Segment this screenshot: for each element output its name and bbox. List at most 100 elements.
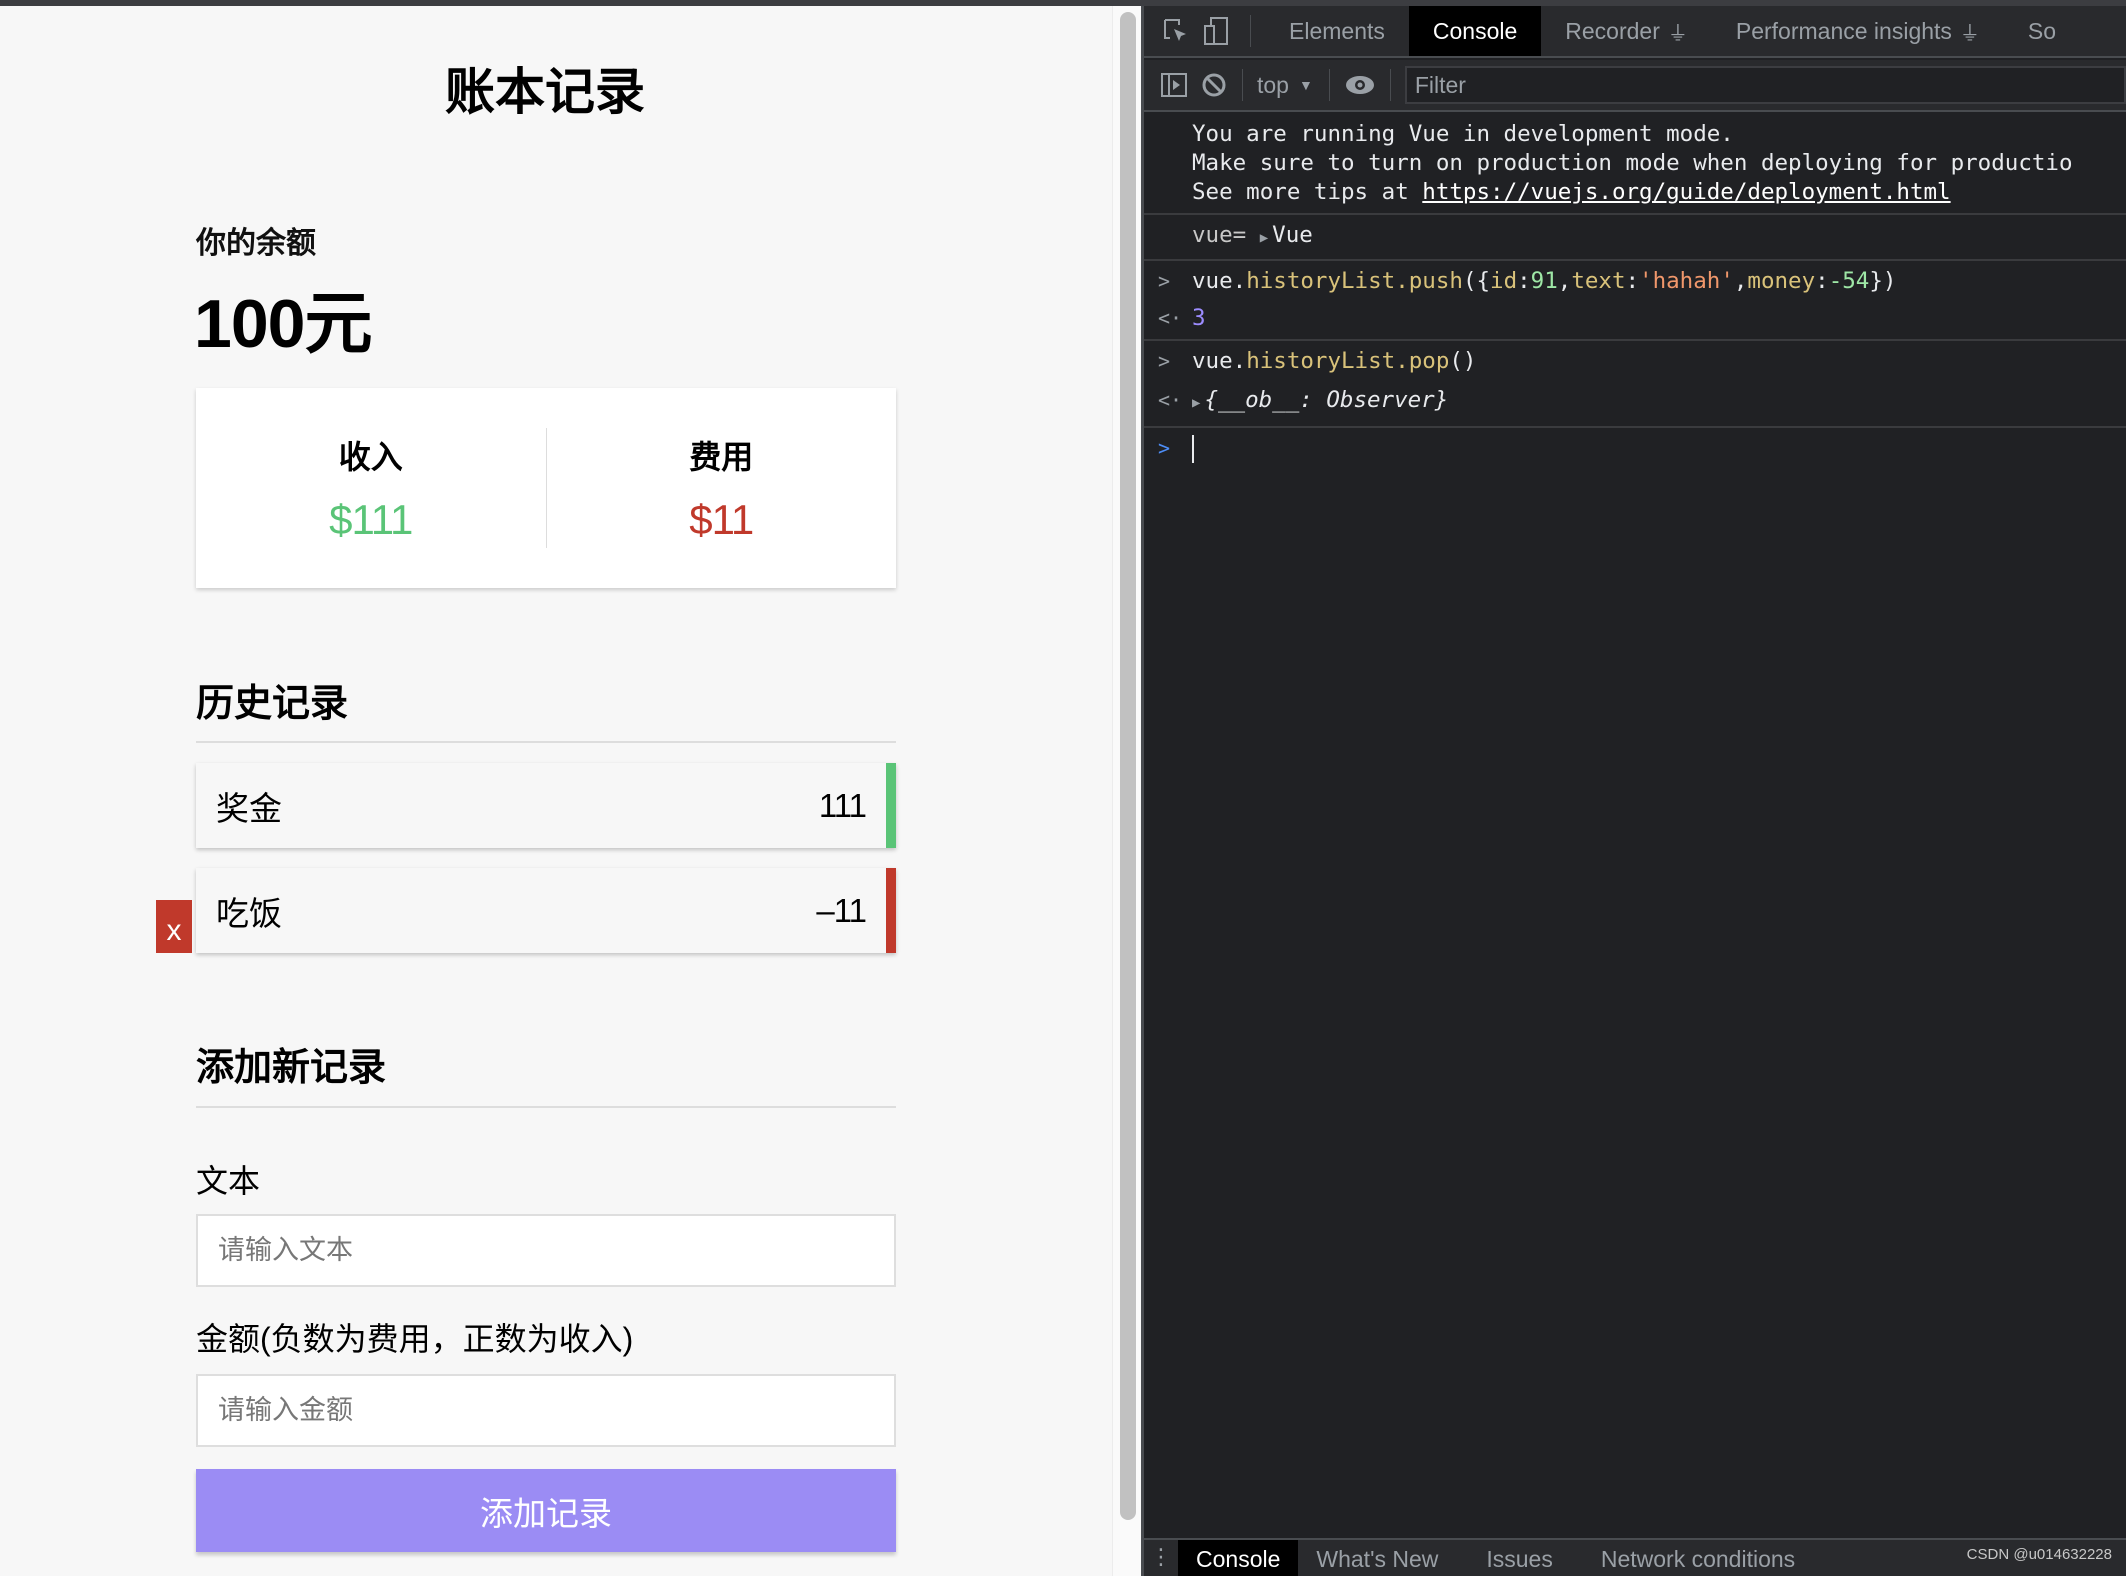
console-message-vue-log: vue= ▶ Vue bbox=[1144, 215, 2126, 261]
expense-column: 费用 $11 bbox=[547, 432, 897, 544]
code-token: historyList bbox=[1246, 348, 1396, 374]
income-amount: $111 bbox=[329, 496, 413, 543]
tab-performance-insights-label: Performance insights bbox=[1735, 17, 1952, 44]
tab-recorder[interactable]: Recorder ⏚ bbox=[1541, 6, 1712, 56]
code-token: }) bbox=[1869, 268, 1897, 294]
input-prompt-icon: > bbox=[1158, 349, 1171, 373]
history-item-text: 吃饭 bbox=[216, 894, 282, 932]
expand-triangle-icon[interactable]: ▶ bbox=[1192, 395, 1200, 411]
devtools-tab-bar: Elements Console Recorder ⏚ Performance i… bbox=[1144, 6, 2126, 58]
page-scrollbar-thumb[interactable] bbox=[1120, 12, 1136, 1520]
console-text: You are running Vue in development mode. bbox=[1192, 121, 1734, 147]
devtools-panel: Elements Console Recorder ⏚ Performance i… bbox=[1144, 6, 2126, 1576]
amount-input[interactable] bbox=[196, 1374, 896, 1447]
history-divider bbox=[196, 741, 896, 743]
balance-value: 100元 bbox=[194, 286, 372, 362]
watermark: CSDN @u014632228 bbox=[1966, 1546, 2112, 1563]
toolbar-separator bbox=[1250, 15, 1251, 47]
text-field-label: 文本 bbox=[196, 1163, 261, 1199]
toolbar-separator bbox=[1328, 69, 1330, 101]
console-text: vue= bbox=[1192, 222, 1260, 248]
add-record-button[interactable]: 添加记录 bbox=[196, 1469, 896, 1552]
filter-placeholder: Filter bbox=[1414, 71, 1466, 98]
console-toolbar: top ▼ Filter bbox=[1144, 60, 2126, 112]
drawer-tab-issues[interactable]: Issues bbox=[1456, 1540, 1570, 1576]
balance-label: 你的余额 bbox=[196, 227, 316, 260]
expand-triangle-icon[interactable]: ▶ bbox=[1260, 230, 1268, 246]
toolbar-separator bbox=[1242, 69, 1243, 101]
income-expense-card: 收入 $111 费用 $11 bbox=[196, 388, 896, 588]
code-token: money bbox=[1747, 268, 1816, 294]
code-token: historyList bbox=[1246, 268, 1396, 294]
clear-console-icon[interactable] bbox=[1194, 65, 1234, 105]
expense-indicator-bar bbox=[886, 868, 896, 953]
context-selector-value: top bbox=[1257, 71, 1289, 98]
text-input[interactable] bbox=[196, 1214, 896, 1287]
console-result-pop: <· ▶ {__ob__: Observer} bbox=[1144, 382, 2126, 428]
toolbar-separator bbox=[1389, 69, 1391, 101]
prompt-chevron-icon: > bbox=[1158, 436, 1171, 460]
add-record-title: 添加新记录 bbox=[196, 1047, 387, 1089]
code-token: () bbox=[1449, 348, 1477, 374]
tab-console[interactable]: Console bbox=[1408, 6, 1542, 56]
console-input-pop: > vue.historyList.pop() bbox=[1144, 341, 2126, 382]
code-token: .pop bbox=[1395, 348, 1450, 374]
experiment-flask-icon: ⏚ bbox=[1959, 22, 1980, 45]
income-label: 收入 bbox=[338, 439, 403, 475]
input-prompt-icon: > bbox=[1158, 269, 1171, 293]
result-arrow-icon: <· bbox=[1158, 388, 1183, 412]
tab-elements[interactable]: Elements bbox=[1265, 6, 1409, 56]
context-selector[interactable]: top ▼ bbox=[1251, 72, 1319, 99]
code-token: -54 bbox=[1828, 268, 1870, 294]
experiment-flask-icon: ⏚ bbox=[1667, 22, 1688, 45]
dropdown-arrow-icon: ▼ bbox=[1298, 77, 1313, 93]
console-text: Make sure to turn on production mode whe… bbox=[1192, 150, 2073, 176]
drawer-tab-console[interactable]: Console bbox=[1178, 1540, 1299, 1576]
vue-deployment-link[interactable]: https://vuejs.org/guide/deployment.html bbox=[1422, 179, 1950, 205]
code-token: vue. bbox=[1192, 268, 1247, 294]
code-token: .push bbox=[1395, 268, 1463, 294]
tab-sources[interactable]: So bbox=[2004, 6, 2080, 56]
expense-tracker-page: 账本记录 你的余额 100元 收入 $111 费用 $11 历史记录 奖金 11… bbox=[0, 6, 1112, 1576]
code-token: id bbox=[1490, 268, 1518, 294]
live-expression-icon[interactable] bbox=[1340, 65, 1380, 105]
console-result-value: 3 bbox=[1192, 305, 1206, 331]
expense-amount: $11 bbox=[689, 496, 754, 543]
console-filter-input[interactable]: Filter bbox=[1404, 66, 2126, 104]
console-prompt[interactable]: > bbox=[1144, 428, 2126, 469]
devtools-drawer: ⋮ Console What's New Issues Network cond… bbox=[1144, 1538, 2126, 1576]
history-title: 历史记录 bbox=[196, 683, 349, 725]
tab-performance-insights[interactable]: Performance insights ⏚ bbox=[1712, 6, 2004, 56]
add-record-divider bbox=[196, 1106, 896, 1108]
show-sidebar-icon[interactable] bbox=[1154, 65, 1194, 105]
income-column: 收入 $111 bbox=[196, 432, 546, 544]
history-item-amount: –11 bbox=[816, 891, 867, 929]
amount-field-label: 金额(负数为费用，正数为收入) bbox=[196, 1321, 634, 1357]
history-item[interactable]: 吃饭 –11 bbox=[196, 868, 896, 953]
page-title: 账本记录 bbox=[445, 64, 645, 120]
history-item-text: 奖金 bbox=[216, 789, 282, 827]
expense-label: 费用 bbox=[689, 439, 754, 475]
more-tabs-icon[interactable]: ⋮ bbox=[1144, 1540, 1178, 1576]
code-token: 91 bbox=[1530, 268, 1558, 294]
drawer-tab-whats-new[interactable]: What's New bbox=[1298, 1540, 1456, 1576]
console-result-push: <· 3 bbox=[1144, 302, 2126, 341]
drawer-tab-network-conditions[interactable]: Network conditions bbox=[1571, 1540, 1813, 1576]
result-arrow-icon: <· bbox=[1158, 306, 1183, 330]
inspect-element-icon[interactable] bbox=[1156, 11, 1196, 51]
code-token: ({ bbox=[1462, 268, 1491, 294]
code-token: 'hahah' bbox=[1639, 268, 1734, 294]
device-toolbar-icon[interactable] bbox=[1196, 11, 1236, 51]
delete-record-button[interactable]: x bbox=[156, 900, 192, 953]
console-messages: You are running Vue in development mode.… bbox=[1144, 114, 2126, 469]
tab-recorder-label: Recorder bbox=[1565, 17, 1660, 44]
code-token: text bbox=[1571, 268, 1626, 294]
income-indicator-bar bbox=[886, 763, 896, 848]
console-input-push: > vue.historyList.push({id:91,text:'hahah… bbox=[1158, 268, 1897, 294]
history-item-amount: 111 bbox=[818, 786, 867, 824]
console-text: See more tips at bbox=[1192, 179, 1423, 205]
text-cursor bbox=[1192, 434, 1194, 463]
console-result-object[interactable]: {__ob__: Observer} bbox=[1204, 387, 1448, 413]
console-object[interactable]: Vue bbox=[1272, 222, 1313, 248]
history-item[interactable]: 奖金 111 bbox=[196, 763, 896, 848]
